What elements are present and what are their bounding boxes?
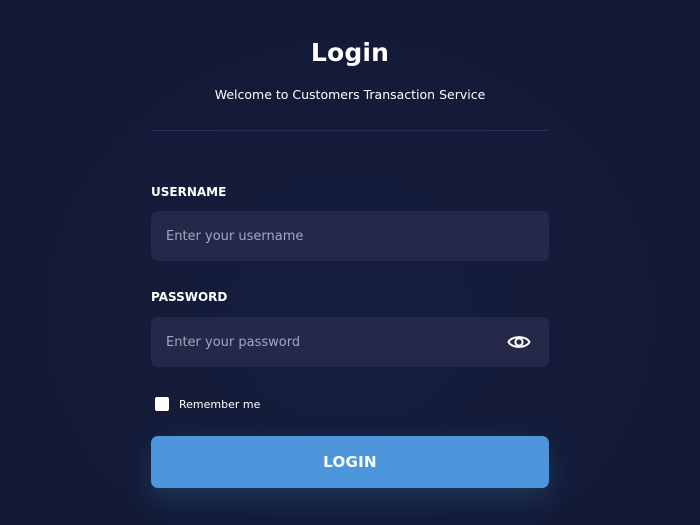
remember-me-checkbox[interactable]	[155, 397, 169, 411]
password-label: PASSWORD	[151, 290, 228, 304]
username-label: USERNAME	[151, 185, 227, 199]
login-page: Login Welcome to Customers Transaction S…	[0, 0, 700, 525]
password-input[interactable]	[151, 317, 549, 367]
username-field	[151, 211, 549, 261]
password-field	[151, 317, 549, 367]
page-subtitle: Welcome to Customers Transaction Service	[214, 87, 486, 102]
remember-me: Remember me	[155, 396, 260, 412]
divider	[151, 130, 549, 131]
login-button[interactable]: LOGIN	[151, 436, 549, 488]
username-input[interactable]	[151, 211, 549, 261]
page-title: Login	[310, 38, 390, 67]
remember-me-label: Remember me	[179, 397, 261, 411]
eye-icon[interactable]	[507, 331, 531, 353]
